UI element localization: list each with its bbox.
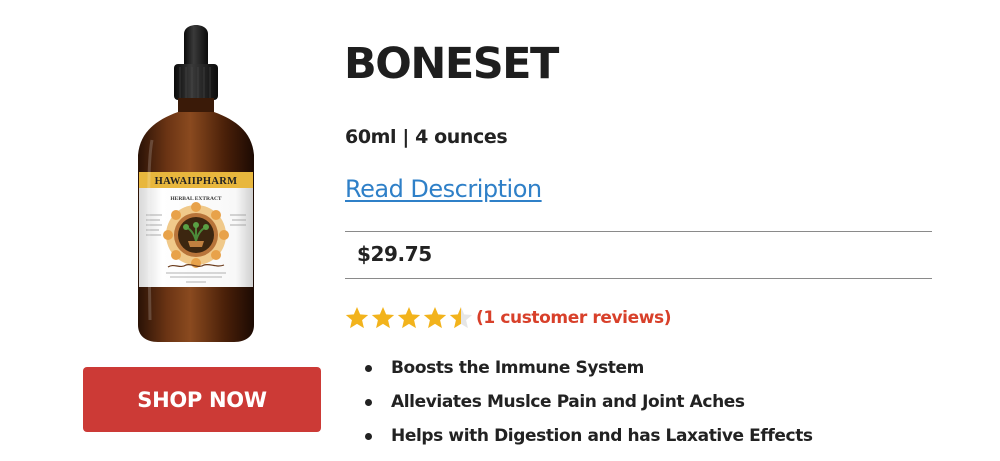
shop-now-button[interactable]: SHOP NOW (83, 367, 321, 432)
star-icon (449, 306, 473, 329)
rating: (1 customer reviews) (344, 305, 672, 331)
bottle-illustration: HAWAIIPHARM HERBAL EXTRACT (138, 25, 254, 342)
feature-item: Helps with Digestion and has Laxative Ef… (362, 424, 813, 458)
product-size: 60ml | 4 ounces (345, 126, 508, 148)
feature-text: Helps with Digestion and has Laxative Ef… (391, 426, 813, 446)
feature-text: Alleviates Muslce Pain and Joint Aches (391, 392, 745, 412)
price-box: $29.75 (345, 231, 932, 279)
feature-text: Boosts the Immune System (391, 358, 644, 378)
star-icon (371, 306, 395, 329)
bullet-icon (365, 365, 372, 372)
feature-item: Alleviates Muslce Pain and Joint Aches (362, 390, 813, 424)
star-icon (397, 306, 421, 329)
feature-list: Boosts the Immune System Alleviates Muslc… (362, 356, 813, 458)
star-icon (423, 306, 447, 329)
product-image[interactable]: HAWAIIPHARM HERBAL EXTRACT (126, 20, 266, 350)
feature-item: Boosts the Immune System (362, 356, 813, 390)
star-icon (345, 306, 369, 329)
product-title: BONESET (344, 39, 559, 89)
product-price: $29.75 (357, 242, 432, 266)
label-subtitle: HERBAL EXTRACT (170, 196, 222, 202)
product-card: HAWAIIPHARM HERBAL EXTRACT SHOP NOW BONE… (0, 0, 1000, 461)
star-rating (344, 305, 474, 331)
customer-reviews-link[interactable]: (1 customer reviews) (476, 308, 672, 328)
label-brand: HAWAIIPHARM (155, 176, 238, 187)
bullet-icon (365, 399, 372, 406)
bullet-icon (365, 433, 372, 440)
read-description-link[interactable]: Read Description (345, 175, 542, 203)
